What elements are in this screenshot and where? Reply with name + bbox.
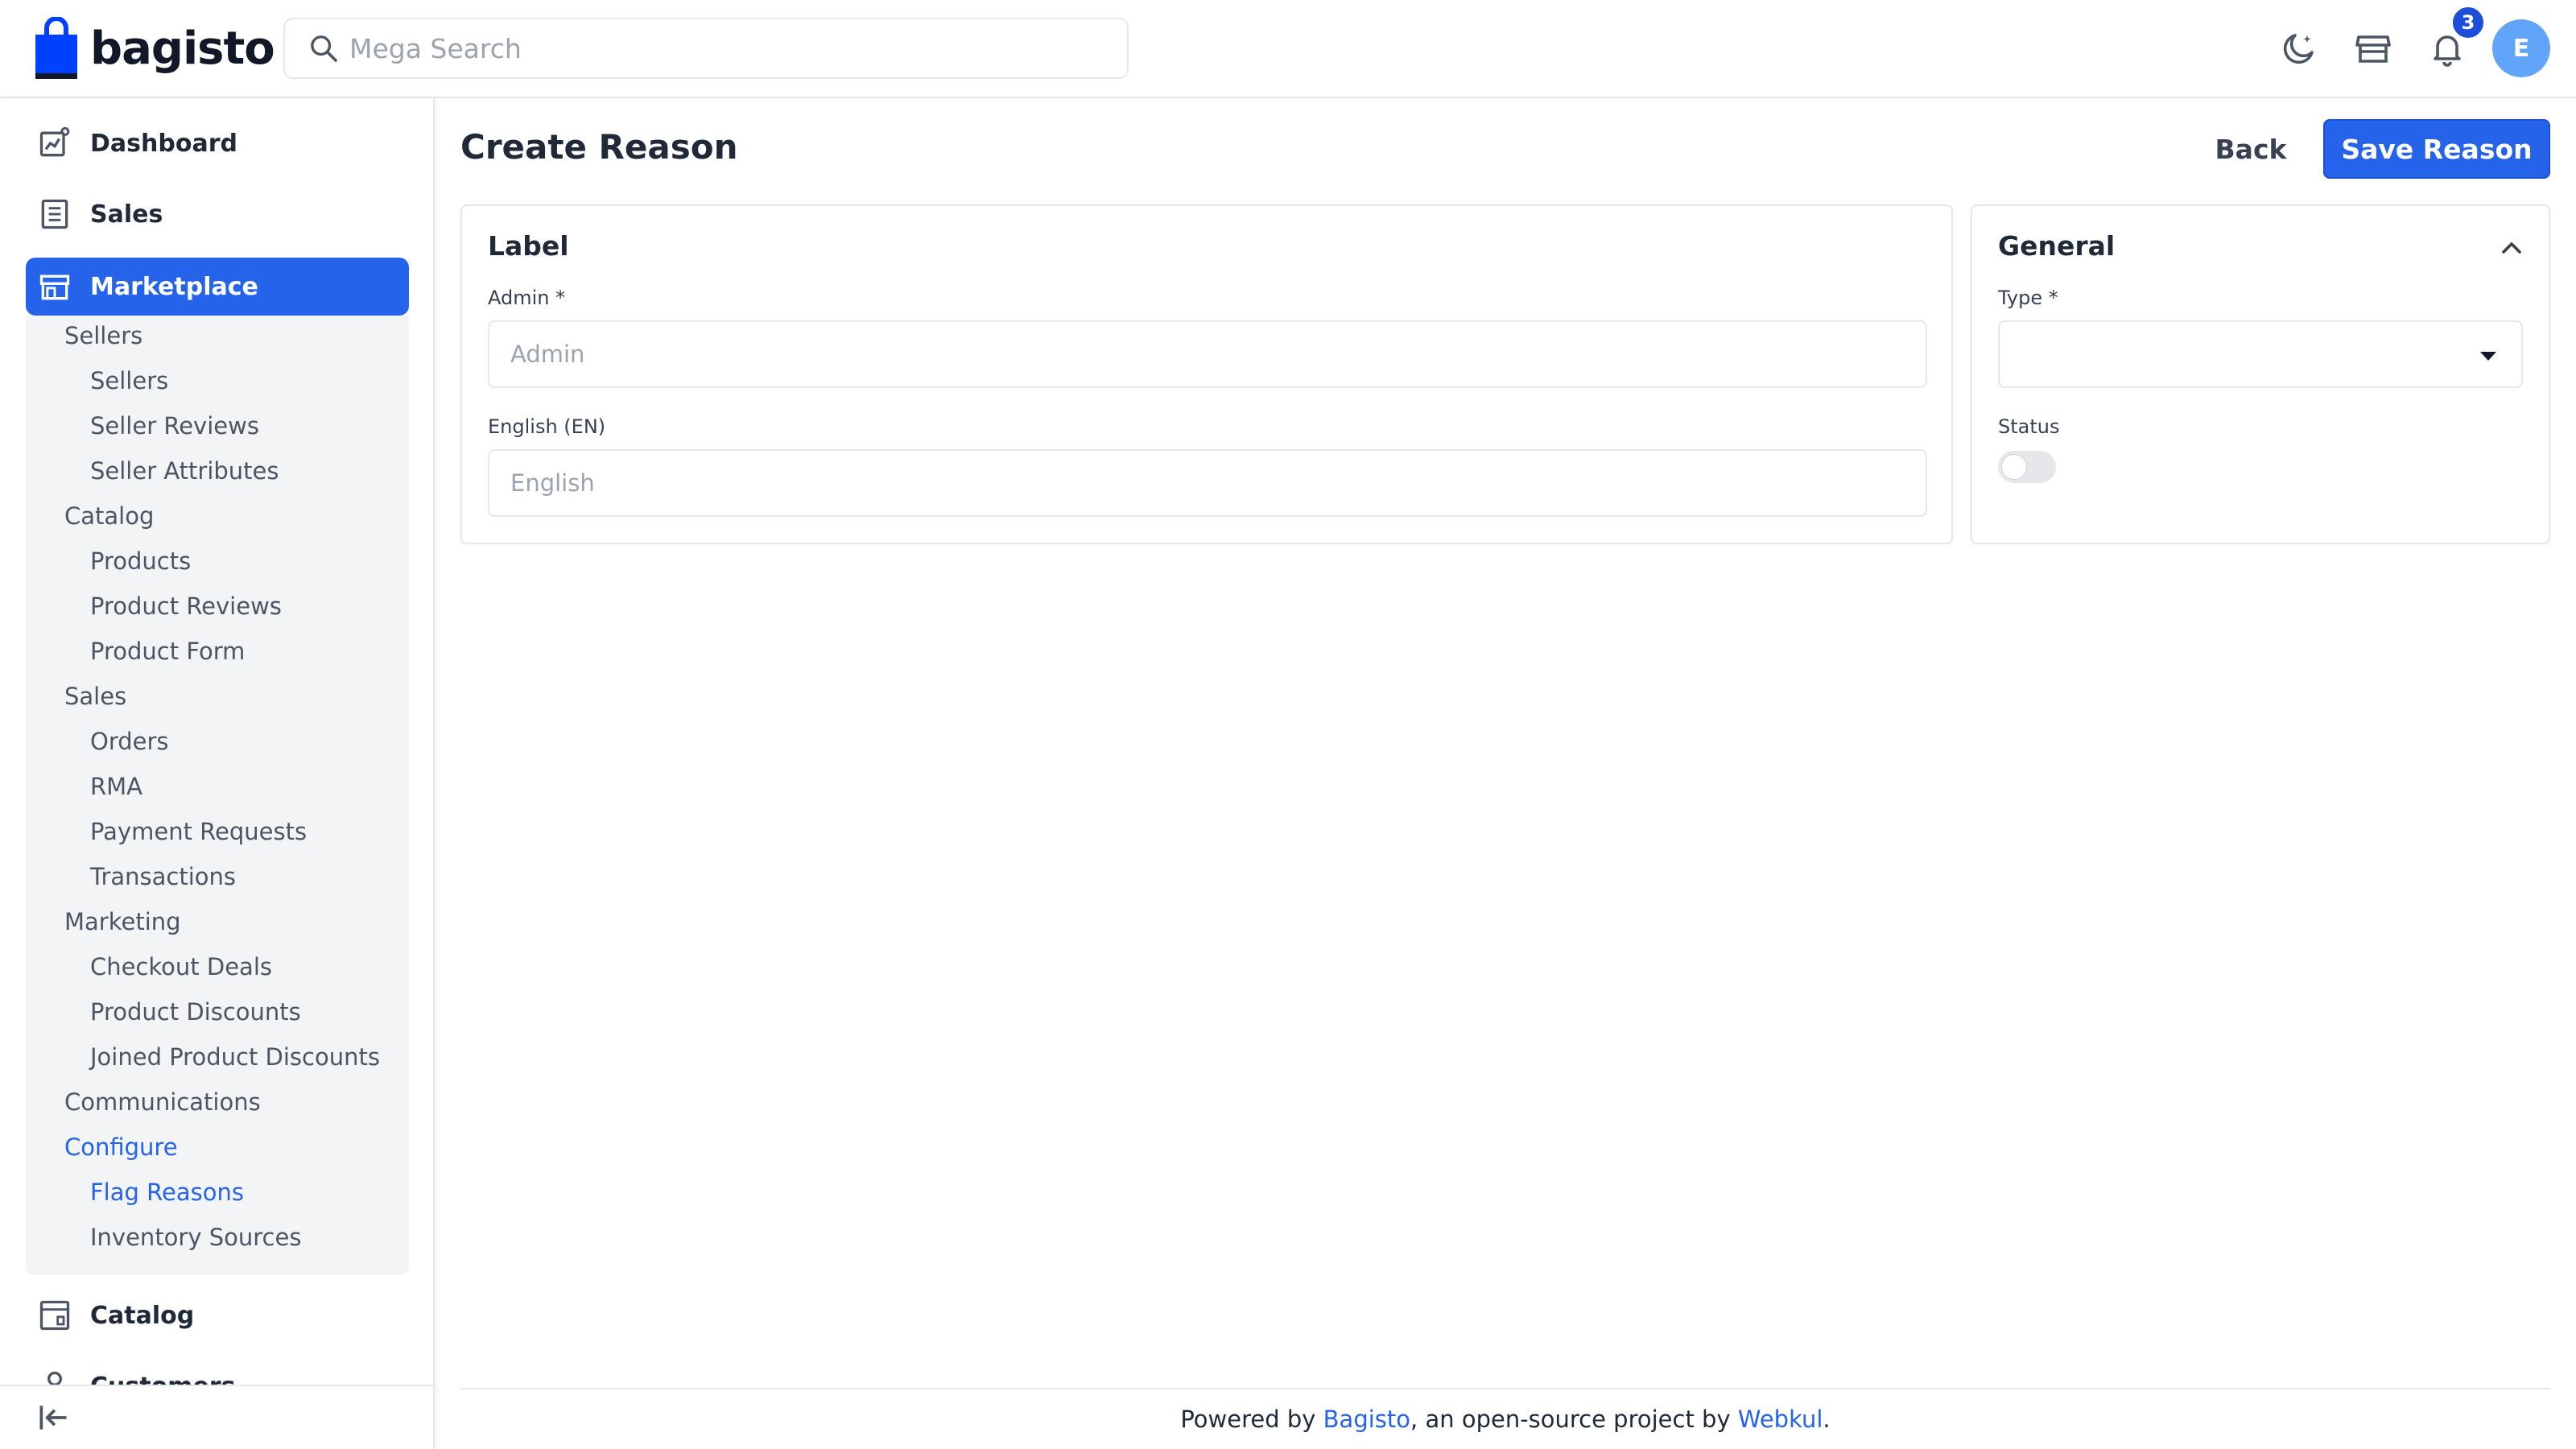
search-input[interactable]: [349, 32, 1074, 64]
back-button[interactable]: Back: [2206, 119, 2296, 179]
storefront-icon: [2355, 35, 2391, 63]
sidebar-item-dashboard[interactable]: Dashboard: [26, 114, 409, 172]
shopping-bag-icon: [35, 17, 77, 79]
type-field-label: Type *: [1998, 287, 2058, 309]
submenu-communications[interactable]: Communications: [64, 1088, 261, 1116]
sidebar: Dashboard Sales Marketplace Sellers Sell…: [0, 98, 435, 1449]
brand-name: bagisto: [90, 22, 275, 75]
submenu-joined-product-discounts[interactable]: Joined Product Discounts: [90, 1043, 380, 1071]
submenu-product-discounts[interactable]: Product Discounts: [90, 998, 301, 1026]
submenu-flag-reasons[interactable]: Flag Reasons: [90, 1179, 244, 1206]
submenu-sellers-list[interactable]: Sellers: [90, 367, 168, 394]
dark-mode-toggle[interactable]: [2277, 26, 2322, 71]
dashboard-icon: [39, 126, 70, 157]
submenu-seller-attributes[interactable]: Seller Attributes: [90, 457, 279, 485]
collapse-sidebar-button[interactable]: [0, 1385, 433, 1449]
footer-prefix: Powered by: [1180, 1406, 1323, 1433]
submenu-seller-reviews[interactable]: Seller Reviews: [90, 412, 259, 440]
user-avatar[interactable]: E: [2492, 19, 2550, 77]
general-card-title: General: [1998, 230, 2116, 262]
submenu-marketing[interactable]: Marketing: [64, 908, 181, 935]
search-icon: [311, 35, 337, 62]
submenu-rma[interactable]: RMA: [90, 773, 142, 800]
submenu-orders[interactable]: Orders: [90, 728, 169, 755]
toggle-knob: [2001, 454, 2027, 480]
sidebar-item-label: Marketplace: [90, 272, 258, 301]
label-card-title: Label: [488, 230, 569, 262]
sidebar-item-label: Dashboard: [90, 129, 237, 158]
admin-field-label: Admin *: [488, 287, 566, 309]
label-card: Label Admin * English (EN): [460, 204, 1953, 544]
general-card: General Type * Status: [1971, 204, 2550, 544]
sidebar-item-marketplace[interactable]: Marketplace: [26, 258, 409, 316]
submenu-product-reviews[interactable]: Product Reviews: [90, 592, 282, 620]
submenu-checkout-deals[interactable]: Checkout Deals: [90, 953, 272, 980]
type-select[interactable]: [1998, 320, 2523, 388]
english-field-label: English (EN): [488, 415, 606, 438]
mega-search[interactable]: [283, 18, 1129, 79]
english-label-input[interactable]: [488, 449, 1927, 517]
sidebar-item-label: Sales: [90, 200, 163, 229]
top-header: bagisto 3 E: [0, 0, 2576, 98]
page-title: Create Reason: [460, 127, 738, 167]
caret-down-icon: [2480, 352, 2496, 361]
submenu-products[interactable]: Products: [90, 547, 191, 575]
submenu-product-form[interactable]: Product Form: [90, 638, 245, 665]
catalog-icon: [39, 1300, 70, 1331]
submenu-catalog[interactable]: Catalog: [64, 502, 154, 530]
page-footer: Powered by Bagisto , an open-source proj…: [460, 1388, 2550, 1449]
submenu-configure[interactable]: Configure: [64, 1133, 178, 1161]
submenu-payment-requests[interactable]: Payment Requests: [90, 818, 307, 845]
submenu-sellers[interactable]: Sellers: [64, 322, 142, 349]
store-icon: [39, 275, 70, 300]
admin-label-input[interactable]: [488, 320, 1927, 388]
status-toggle[interactable]: [1998, 451, 2056, 483]
bagisto-link[interactable]: Bagisto: [1323, 1406, 1410, 1433]
sidebar-item-catalog[interactable]: Catalog: [26, 1286, 409, 1344]
collapse-left-icon: [39, 1406, 67, 1430]
sidebar-item-label: Catalog: [90, 1301, 195, 1330]
logo[interactable]: bagisto: [32, 16, 275, 80]
chevron-up-icon[interactable]: [2496, 232, 2528, 264]
sidebar-item-sales[interactable]: Sales: [26, 185, 409, 243]
storefront-button[interactable]: [2351, 26, 2396, 71]
footer-middle: , an open-source project by: [1410, 1406, 1738, 1433]
submenu-sales[interactable]: Sales: [64, 683, 126, 710]
save-reason-button[interactable]: Save Reason: [2323, 119, 2550, 179]
status-field-label: Status: [1998, 415, 2060, 438]
submenu-transactions[interactable]: Transactions: [90, 863, 236, 890]
footer-suffix: .: [1823, 1406, 1831, 1433]
webkul-link[interactable]: Webkul: [1738, 1406, 1823, 1433]
submenu-inventory-sources[interactable]: Inventory Sources: [90, 1224, 301, 1251]
notification-count-badge: 3: [2450, 5, 2486, 40]
dark-mode-icon: [2283, 34, 2314, 64]
receipt-icon: [41, 199, 68, 229]
